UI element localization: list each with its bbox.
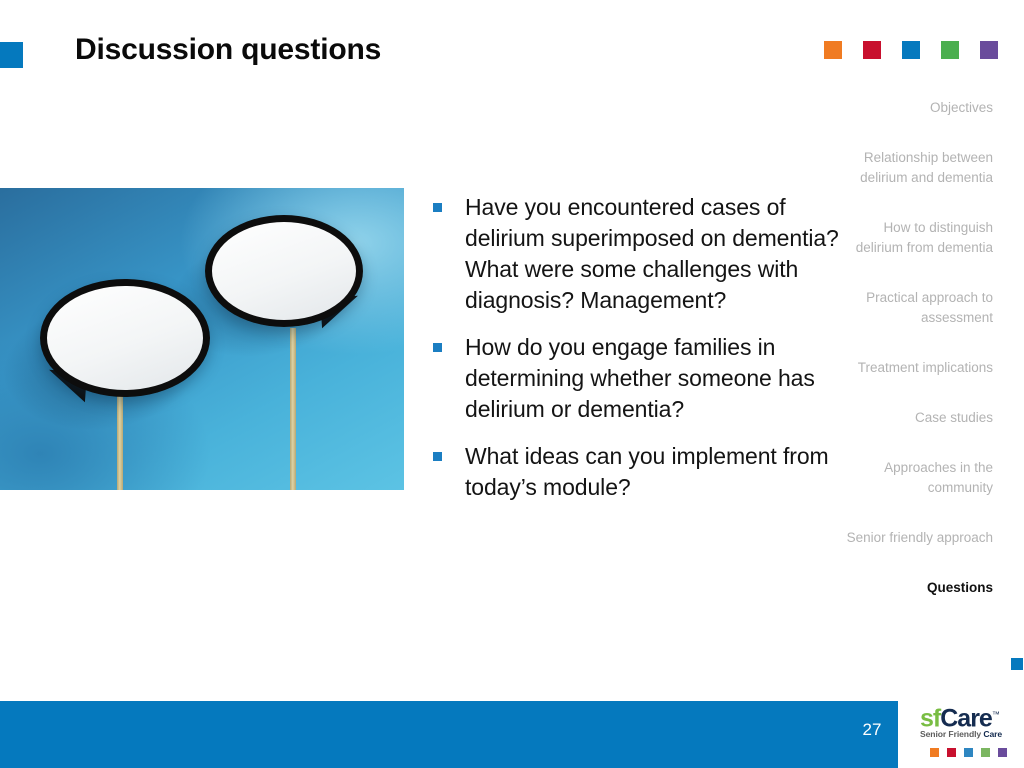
discussion-questions-list: Have you encountered cases of delirium s… (430, 192, 840, 519)
nav-item-objectives[interactable]: Objectives (833, 98, 993, 118)
logo-dot-red (947, 748, 956, 757)
bullet-item: How do you engage families in determinin… (430, 332, 840, 425)
nav-item-case-studies[interactable]: Case studies (833, 408, 993, 428)
nav-item-approaches-in-the-community[interactable]: Approaches in the community (833, 458, 993, 498)
bullet-item: What ideas can you implement from today’… (430, 441, 840, 503)
speech-bubble-left-icon (40, 279, 210, 403)
bullet-text: Have you encountered cases of delirium s… (465, 194, 839, 313)
page-title: Discussion questions (75, 33, 382, 66)
module-outline-nav: Objectives Relationship between delirium… (833, 98, 993, 628)
bubble-stick-right (290, 328, 296, 490)
bullet-item: Have you encountered cases of delirium s… (430, 192, 840, 316)
nav-item-senior-friendly-approach[interactable]: Senior friendly approach (833, 528, 993, 548)
speech-bubble-right-body (205, 215, 363, 327)
bubble-stick-left (117, 386, 123, 490)
speech-bubble-right-icon (205, 215, 363, 329)
logo-color-dots (930, 748, 1010, 757)
header-chip-orange (824, 41, 842, 59)
square-bullet-icon (433, 203, 442, 212)
nav-item-relationship-between-delirium-and-dementia[interactable]: Relationship between delirium and dement… (833, 148, 993, 188)
header-color-chips (824, 41, 1004, 59)
square-bullet-icon (433, 343, 442, 352)
nav-item-treatment-implications[interactable]: Treatment implications (833, 358, 993, 378)
header-chip-purple (980, 41, 998, 59)
sfcare-logo: sfCare™ Senior Friendly Care (920, 700, 1016, 766)
nav-active-marker-square (1011, 658, 1023, 670)
logo-tagline: Senior Friendly Care (920, 729, 1016, 739)
logo-dot-orange (930, 748, 939, 757)
speech-bubble-left-body (40, 279, 210, 397)
header-chip-red (863, 41, 881, 59)
logo-tagline-lead: Senior Friendly (920, 729, 984, 739)
bullet-text: How do you engage families in determinin… (465, 334, 815, 422)
logo-dot-green (981, 748, 990, 757)
logo-dot-blue (964, 748, 973, 757)
nav-item-questions[interactable]: Questions (833, 578, 993, 598)
bullet-text: What ideas can you implement from today’… (465, 443, 829, 500)
logo-dot-purple (998, 748, 1007, 757)
logo-tagline-accent: Care (983, 729, 1003, 739)
nav-item-practical-approach-to-assessment[interactable]: Practical approach to assessment (833, 288, 993, 328)
trademark-icon: ™ (991, 710, 1000, 719)
speech-bubbles-photo (0, 188, 404, 490)
page-number: 27 (862, 720, 882, 739)
header-chip-blue (902, 41, 920, 59)
square-bullet-icon (433, 452, 442, 461)
title-accent-square (0, 42, 23, 68)
header-chip-green (941, 41, 959, 59)
footer-bar (0, 701, 898, 768)
nav-item-how-to-distinguish-delirium-from-dementia[interactable]: How to distinguish delirium from dementi… (833, 218, 993, 258)
